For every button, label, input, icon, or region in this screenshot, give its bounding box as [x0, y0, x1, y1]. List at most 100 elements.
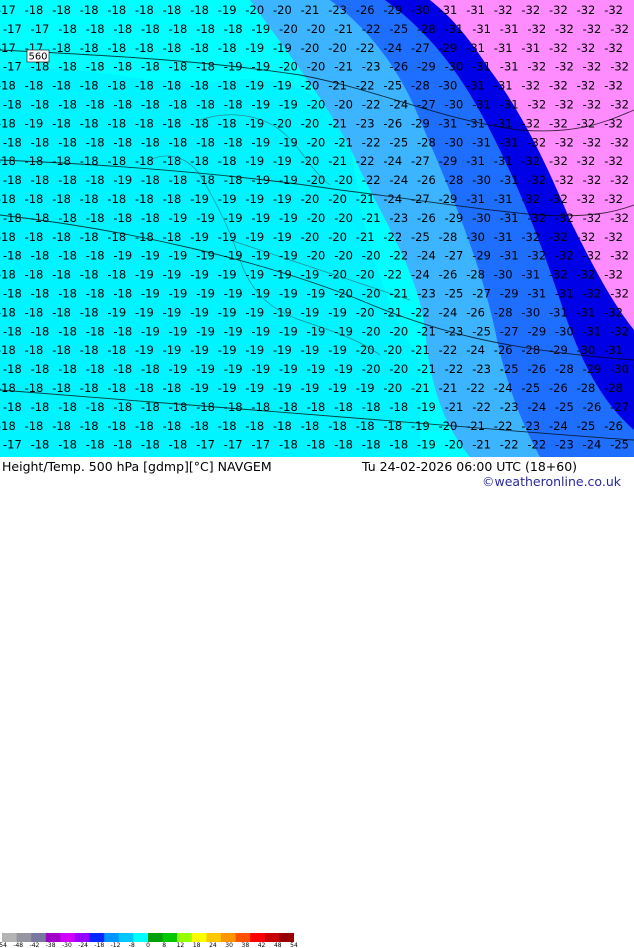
temperature-value: -32 — [583, 173, 602, 187]
temperature-value: -19 — [279, 173, 298, 187]
temperature-value: -19 — [196, 324, 215, 338]
temperature-value: -18 — [52, 116, 71, 130]
temperature-value: -24 — [389, 173, 408, 187]
temperature-value: -20 — [356, 268, 375, 282]
temperature-value: -32 — [610, 324, 629, 338]
temperature-value: -18 — [31, 438, 50, 452]
temperature-value: -21 — [411, 343, 430, 357]
temperature-value: -18 — [141, 211, 160, 225]
temperature-value: -18 — [3, 249, 22, 263]
temperature-value: -31 — [472, 98, 491, 112]
temperature-value: -17 — [3, 438, 22, 452]
temperature-value: -18 — [163, 381, 182, 395]
temperature-value: -19 — [279, 135, 298, 149]
temperature-value: -18 — [279, 400, 298, 414]
temperature-value: -18 — [3, 211, 22, 225]
temperature-value: -18 — [190, 3, 209, 17]
temperature-value: -18 — [25, 381, 44, 395]
temperature-value: -18 — [163, 192, 182, 206]
temperature-value: -20 — [301, 79, 320, 93]
temperature-value: -19 — [279, 324, 298, 338]
temperature-value: -28 — [577, 381, 596, 395]
temperature-value: -18 — [135, 154, 154, 168]
temperature-value: -27 — [411, 192, 430, 206]
temperature-value: -18 — [25, 192, 44, 206]
temperature-value: -21 — [417, 324, 436, 338]
temperature-value: -24 — [417, 249, 436, 263]
temperature-value: -19 — [224, 249, 243, 263]
temperature-value: -29 — [383, 3, 402, 17]
temperature-value: -18 — [52, 79, 71, 93]
temperature-value: -19 — [245, 154, 264, 168]
temperature-value: -29 — [439, 41, 458, 55]
temperature-value: -21 — [362, 211, 381, 225]
temperature-value: -32 — [583, 60, 602, 74]
temperature-value: -29 — [583, 362, 602, 376]
temperature-value: -18 — [389, 400, 408, 414]
colorbar-tick-label: 54 — [290, 942, 298, 948]
temperature-value: -18 — [86, 173, 105, 187]
temperature-value: -19 — [245, 343, 264, 357]
temperature-value: -19 — [273, 79, 292, 93]
temperature-value: -32 — [577, 3, 596, 17]
temperature-value: -27 — [500, 324, 519, 338]
temperature-value: -18 — [163, 116, 182, 130]
temperature-value: -18 — [163, 230, 182, 244]
temperature-value: -32 — [610, 60, 629, 74]
temperature-value: -25 — [555, 400, 574, 414]
temperature-value: -18 — [251, 400, 270, 414]
temperature-value: -22 — [383, 230, 402, 244]
temperature-value: -20 — [307, 249, 326, 263]
temperature-value: -19 — [141, 249, 160, 263]
temperature-value: -26 — [389, 60, 408, 74]
temperature-value: -18 — [135, 230, 154, 244]
temperature-value: -19 — [301, 305, 320, 319]
temperature-value: -20 — [328, 41, 347, 55]
temperature-value: -19 — [107, 305, 126, 319]
temperature-value: -18 — [113, 362, 132, 376]
temperature-value: -20 — [362, 324, 381, 338]
temperature-value: -18 — [169, 60, 188, 74]
temperature-value: -21 — [334, 22, 353, 36]
temperature-value: -18 — [169, 22, 188, 36]
temperature-value: -19 — [135, 343, 154, 357]
temperature-value: -19 — [301, 343, 320, 357]
temperature-value: -25 — [389, 135, 408, 149]
temperature-value: -29 — [417, 60, 436, 74]
temperature-value: -24 — [383, 41, 402, 55]
temperature-value: -18 — [86, 60, 105, 74]
temperature-value: -26 — [494, 343, 513, 357]
temperature-value: -32 — [610, 211, 629, 225]
colorbar-tick-label: 30 — [225, 942, 233, 948]
temperature-value: -19 — [224, 211, 243, 225]
colorbar-tick-label: 38 — [242, 942, 250, 948]
temperature-value: -32 — [527, 173, 546, 187]
temperature-value: -32 — [610, 98, 629, 112]
temperature-value: -18 — [190, 419, 209, 433]
temperature-value: -20 — [389, 324, 408, 338]
temperature-value: -20 — [439, 419, 458, 433]
temperature-value: -18 — [52, 381, 71, 395]
temperature-value: -28 — [445, 173, 464, 187]
temperature-value: -29 — [549, 343, 568, 357]
temperature-value: -25 — [500, 362, 519, 376]
temperature-value: -29 — [472, 249, 491, 263]
temperature-value: -19 — [273, 41, 292, 55]
temperature-value: -18 — [107, 154, 126, 168]
temperature-value: -32 — [604, 41, 623, 55]
temperature-value: -19 — [135, 268, 154, 282]
temperature-value: -28 — [411, 79, 430, 93]
temperature-labels: -17-18-18-18-18-18-18-18-19-20-20-21-23-… — [0, 3, 629, 457]
temperature-value: -31 — [466, 192, 485, 206]
temperature-value: -19 — [169, 362, 188, 376]
temperature-value: -18 — [58, 287, 77, 301]
temperature-value: -30 — [494, 268, 513, 282]
temperature-value: -19 — [245, 41, 264, 55]
temperature-value: -18 — [113, 324, 132, 338]
temperature-value: -22 — [494, 419, 513, 433]
temperature-value: -18 — [107, 79, 126, 93]
temperature-value: -30 — [521, 305, 540, 319]
temperature-value: -18 — [163, 3, 182, 17]
temperature-value: -19 — [307, 287, 326, 301]
temperature-value: -18 — [190, 116, 209, 130]
